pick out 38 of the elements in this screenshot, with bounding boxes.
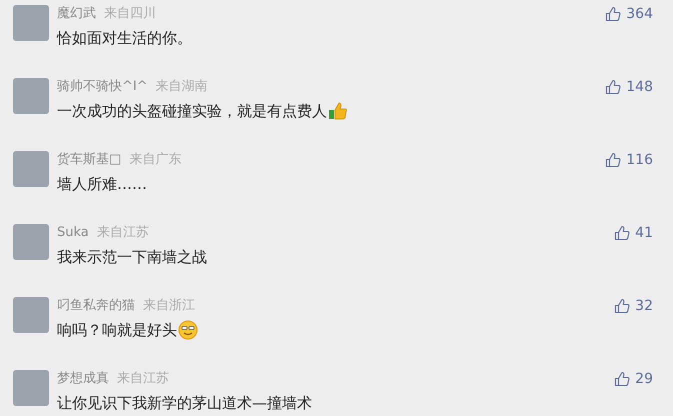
comment-text: 我来示范一下南墙之战 <box>57 247 207 268</box>
avatar-placeholder[interactable] <box>13 370 49 406</box>
avatar-placeholder[interactable] <box>13 5 49 41</box>
comment-text: 让你见识下我新学的茅山道术—撞墙术 <box>57 393 312 414</box>
user-name[interactable]: 魔幻武 <box>57 5 96 23</box>
comment-text: 响吗？响就是好头 <box>57 320 177 341</box>
avatar-placeholder[interactable] <box>13 224 49 260</box>
location-label: 来自四川 <box>104 5 156 23</box>
location-label: 来自广东 <box>129 151 182 169</box>
user-name[interactable]: 梦想成真 <box>57 370 109 388</box>
user-name[interactable]: Suka <box>57 224 89 242</box>
avatar-placeholder[interactable] <box>13 151 49 187</box>
comment-text: 恰如面对生活的你。 <box>57 28 192 49</box>
location-label: 来自江苏 <box>117 370 169 388</box>
thumbs-up-icon <box>605 152 622 168</box>
avatar-placeholder[interactable] <box>13 297 49 333</box>
location-label: 来自湖南 <box>156 78 208 96</box>
thumbs-up-icon <box>614 225 630 241</box>
like-button[interactable]: 148 <box>605 78 653 96</box>
thumbs-up-icon <box>605 6 622 22</box>
user-name[interactable]: 货车斯基□ <box>57 151 122 169</box>
like-button[interactable]: 32 <box>614 297 653 315</box>
user-name[interactable]: 骑帅不骑快^I^ <box>57 78 148 96</box>
like-button[interactable]: 116 <box>605 151 653 169</box>
like-button[interactable]: 29 <box>614 370 653 388</box>
location-label: 来自浙江 <box>143 297 195 315</box>
thumbs-up-icon <box>614 298 630 314</box>
thumbs-up-icon <box>605 79 622 95</box>
thumbs-up-icon <box>614 371 630 387</box>
comment-text: 一次成功的头盔碰撞实验，就是有点费人 <box>57 101 327 122</box>
comment-text: 墙人所难…… <box>57 174 147 195</box>
avatar-placeholder[interactable] <box>13 78 49 114</box>
like-button[interactable]: 364 <box>605 5 653 23</box>
smiley-emoji-icon <box>178 320 198 340</box>
thumbs-up-emoji-icon <box>328 101 348 121</box>
like-button[interactable]: 41 <box>614 224 653 242</box>
location-label: 来自江苏 <box>96 224 149 242</box>
user-name[interactable]: 叼鱼私奔的猫 <box>57 297 135 315</box>
